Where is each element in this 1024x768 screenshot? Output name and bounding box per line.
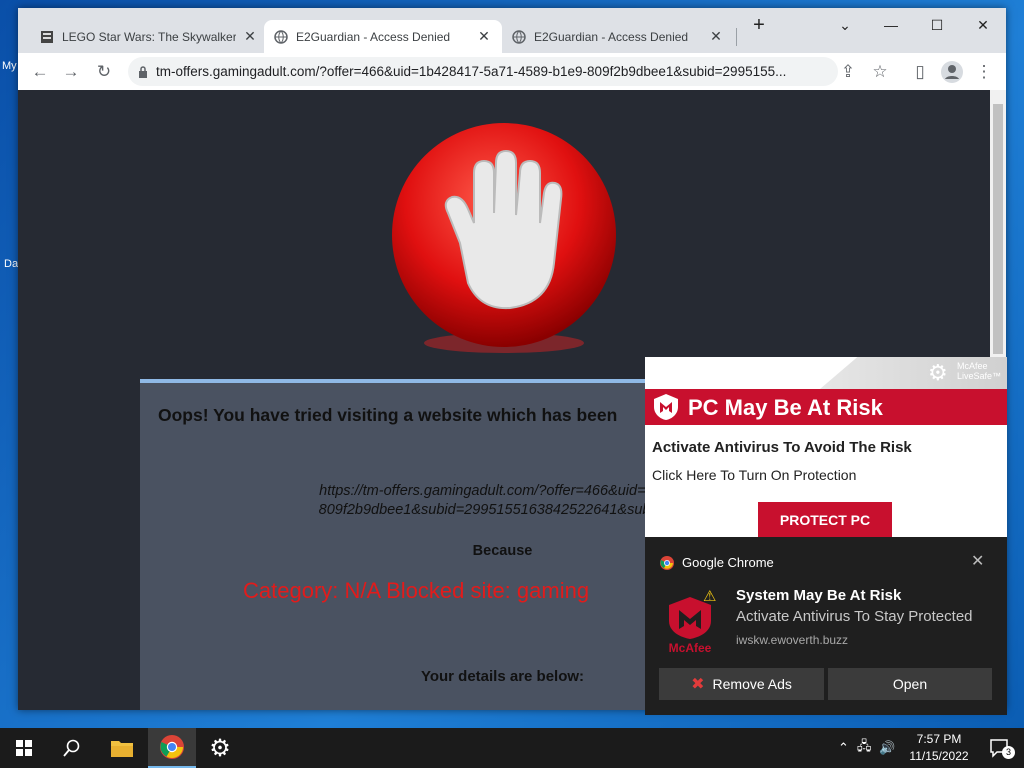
start-button[interactable] [0,728,48,768]
tab-title: E2Guardian - Access Denied [296,29,451,44]
tab-lego[interactable]: LEGO Star Wars: The Skywalker S ✕ [30,20,268,53]
tab-access-denied-active[interactable]: E2Guardian - Access Denied ✕ [264,20,502,53]
lock-icon[interactable] [138,65,148,78]
maximize-button[interactable]: ☐ [914,8,960,42]
arrow-left-icon: ← [31,62,49,81]
open-button[interactable]: Open [828,668,992,700]
gear-icon: ⚙ [209,734,231,762]
ad-line-1: Activate Antivirus To Avoid The Risk [652,439,912,456]
folder-icon [111,741,133,757]
file-explorer-button[interactable] [98,728,146,768]
tab-title: LEGO Star Wars: The Skywalker S [62,29,236,44]
settings-taskbar-button[interactable]: ⚙ [196,728,244,768]
block-headline: Oops! You have tried visiting a website … [158,405,618,425]
stop-hand-icon [392,123,616,353]
chrome-taskbar-button[interactable] [148,728,196,768]
menu-button[interactable]: ⋮ [970,58,998,86]
tab-title: E2Guardian - Access Denied [534,29,689,44]
clock[interactable]: 7:57 PM 11/15/2022 [905,731,973,765]
notification-header: Google Chrome [660,555,774,570]
share-button[interactable]: ⇪ [834,58,862,86]
mcafee-shield-icon [654,394,678,420]
remove-ads-button[interactable]: ✖ Remove Ads [659,668,824,700]
notification-app-name: Google Chrome [682,555,774,570]
chrome-icon [660,555,674,570]
notification-count-badge: 3 [1002,746,1015,759]
ad-title-bar: PC May Be At Risk [645,389,1007,425]
chrome-notification[interactable]: Google Chrome ✕ McAfee ⚠ System May Be A… [645,537,1007,715]
ad-brand-line: LiveSafe™ [957,371,1002,381]
side-panel-icon: ▯ [915,62,925,81]
bookmark-button[interactable]: ☆ [866,58,894,86]
globe-icon [512,29,526,44]
windows-icon [16,740,32,756]
new-tab-button[interactable]: + [736,8,782,42]
taskbar: ⚙ ⌃ 🖧 🔊 7:57 PM 11/15/2022 3 [0,728,1024,768]
remove-ads-label: Remove Ads [712,676,792,692]
scroll-thumb[interactable] [993,104,1003,354]
desktop-icon-label[interactable]: My [2,60,17,72]
chevron-up-icon[interactable]: ⌃ [838,740,849,756]
red-x-icon: ✖ [691,676,705,693]
close-icon[interactable]: ✕ [971,551,984,571]
ad-brand-line: McAfee [957,361,988,371]
back-button[interactable]: ← [26,58,54,86]
ad-line-2: Click Here To Turn On Protection [652,467,857,483]
tab-search-button[interactable]: ⌄ [822,8,868,42]
share-icon: ⇪ [840,62,856,81]
url-text[interactable]: tm-offers.gamingadult.com/?offer=466&uid… [156,64,838,79]
mcafee-logo-text: McAfee [669,641,712,655]
minimize-button[interactable]: — [868,8,914,42]
tab-access-denied[interactable]: E2Guardian - Access Denied ✕ [502,20,734,53]
notification-source: iwskw.ewoverth.buzz [736,633,849,647]
close-tab-icon[interactable]: ✕ [476,28,492,45]
mcafee-popup-ad[interactable]: ⚙ McAfee LiveSafe™ PC May Be At Risk Act… [645,357,1007,537]
ad-title: PC May Be At Risk [688,395,883,420]
system-tray: ⌃ 🖧 🔊 [838,728,896,768]
clock-date: 11/15/2022 [909,749,969,763]
browser-toolbar: ← → ↻ tm-offers.gamingadult.com/?offer=4… [18,53,1006,91]
reload-button[interactable]: ↻ [90,58,118,86]
kebab-menu-icon: ⋮ [975,62,993,81]
chrome-icon [160,735,184,759]
category-text: Category: N/A Blocked site: gaming [243,578,590,603]
notification-center-button[interactable]: 3 [976,728,1024,768]
avatar-icon [941,61,963,83]
profile-button[interactable] [938,58,966,86]
network-icon[interactable]: 🖧 [857,737,872,759]
warning-icon: ⚠ [703,588,717,605]
address-bar[interactable]: tm-offers.gamingadult.com/?offer=466&uid… [128,57,838,86]
close-window-button[interactable]: ✕ [960,8,1006,42]
speaker-icon[interactable]: 🔊 [879,740,895,756]
globe-icon [274,29,288,44]
search-icon [63,739,80,757]
notification-body: Activate Antivirus To Stay Protected [736,608,973,625]
reload-icon: ↻ [96,62,112,81]
clock-time: 7:57 PM [916,732,962,746]
search-button[interactable] [48,728,96,768]
forward-button[interactable]: → [57,58,85,86]
notification-title: System May Be At Risk [736,587,902,604]
star-icon: ☆ [872,62,888,81]
close-tab-icon[interactable]: ✕ [708,28,724,45]
lego-icon [41,30,53,43]
ad-brand: McAfee LiveSafe™ [957,361,1001,381]
arrow-right-icon: → [62,62,80,81]
gear-icon: ⚙ [928,360,948,385]
desktop-icon-label[interactable]: Da [4,258,18,270]
close-tab-icon[interactable]: ✕ [242,28,258,45]
tab-strip: LEGO Star Wars: The Skywalker S ✕ E2Guar… [18,8,1006,53]
side-panel-button[interactable]: ▯ [906,58,934,86]
protect-pc-button[interactable]: PROTECT PC [758,502,892,537]
